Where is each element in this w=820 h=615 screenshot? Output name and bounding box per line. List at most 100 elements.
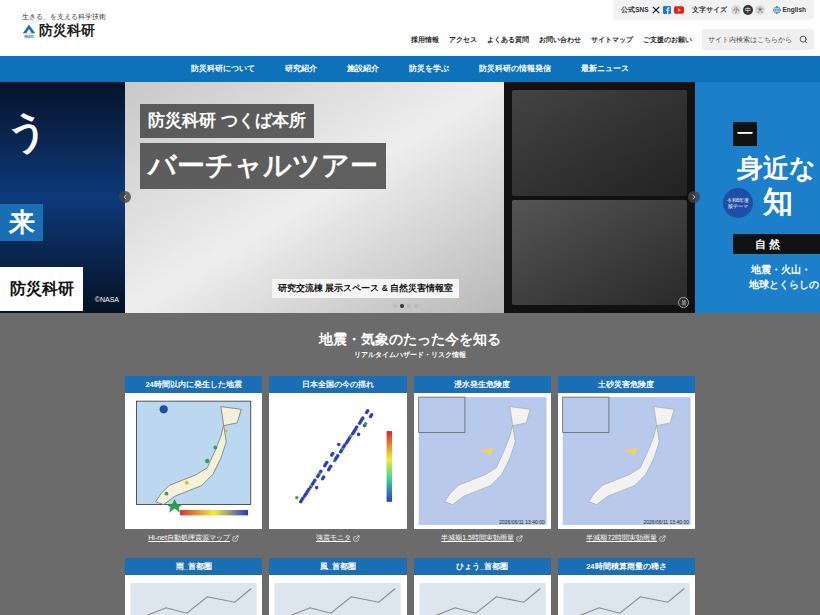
epicenter-map-icon — [125, 393, 262, 529]
carousel-pause[interactable] — [678, 297, 689, 308]
slide-photo: 防災科研 つくば本所バーチャルツアー研究交流棟 展示スペース & 自然災害情報室 — [125, 82, 504, 313]
nav-item[interactable]: 防災科研について — [191, 63, 255, 75]
realtime-grid: 24時間以内に発生した地震Hi-net自動処理震源マップ日本全国の今の揺れ強震モ… — [125, 376, 695, 615]
tagline: 生きる、を支える科学技術 — [22, 12, 106, 21]
card-title: 24時間積算雨量の稀さ — [558, 558, 695, 575]
map-timestamp: 2026/06/11 13:40:00 — [499, 520, 545, 525]
search-placeholder: サイト内検索はこちらから — [708, 35, 792, 45]
realtime-title: 地震・気象のたった今を知る — [125, 330, 695, 348]
nav-item[interactable]: 施設紹介 — [347, 63, 379, 75]
card-link[interactable]: Hi-net自動処理震源マップ — [125, 533, 262, 544]
card-title: 浸水発生危険度 — [414, 376, 551, 393]
slide-right[interactable]: 一身近な令和6年度版テーマ知自 然地震・火山・地球とくらしの — [695, 82, 820, 313]
realtime-card[interactable]: ひょう_首都圏 — [414, 558, 551, 615]
nav-item[interactable]: 研究紹介 — [285, 63, 317, 75]
header-link[interactable]: 採用情報 — [411, 35, 439, 45]
chevron-right-icon — [690, 193, 698, 201]
hero-carousel: う来防災科研©NASA防災科研 つくば本所バーチャルツアー研究交流棟 展示スペー… — [0, 82, 820, 313]
card-image — [125, 575, 262, 615]
kanto-map-icon — [269, 575, 406, 615]
external-link-icon — [353, 535, 360, 542]
header-link[interactable]: アクセス — [449, 35, 477, 45]
carousel-prev[interactable] — [119, 191, 131, 203]
nav-item[interactable]: 防災を学ぶ — [409, 63, 449, 75]
facebook-icon[interactable] — [663, 6, 671, 14]
globe-icon — [773, 6, 781, 14]
slide-right-line-1: 地震・火山・ — [751, 262, 811, 277]
realtime-section: 地震・気象のたった今を知るリアルタイムハザード・リスク情報 24時間以内に発生した… — [125, 313, 695, 615]
map-timestamp: 2026/06/11 13:40:00 — [643, 520, 689, 525]
card-title: 風_首都圏 — [269, 558, 406, 575]
slide-right-tag: 一 — [733, 122, 757, 146]
realtime-card[interactable]: 24時間以内に発生した地震 Hi-net自動処理震源マップ — [125, 376, 262, 544]
shaking-map-icon — [269, 393, 406, 529]
carousel-dot[interactable] — [393, 304, 397, 308]
header-link[interactable]: サイトマップ — [591, 35, 633, 45]
youtube-icon[interactable] — [674, 6, 684, 14]
font-size-button[interactable]: 中 — [743, 5, 753, 15]
realtime-card[interactable]: 雨_首都圏 — [125, 558, 262, 615]
logo-mark-icon — [22, 24, 36, 34]
carousel-dot[interactable] — [400, 304, 404, 308]
search-box[interactable]: サイト内検索はこちらから — [702, 29, 814, 50]
external-link-icon — [659, 535, 666, 542]
carousel-dots — [393, 304, 418, 308]
card-link[interactable]: 半減期72時間実効雨量 — [558, 533, 695, 544]
font-size-label: 文字サイズ — [692, 5, 727, 15]
card-image — [269, 393, 406, 529]
slide-right-big: 身近な — [737, 152, 816, 184]
card-image: 2026/06/11 13:40:00 — [558, 393, 695, 529]
card-title: 日本全国の今の揺れ — [269, 376, 406, 393]
logo-text: 防災科研 — [39, 22, 95, 39]
realtime-card[interactable]: 浸水発生危険度 2026/06/11 13:40:00 半減期1.5時間実効雨量 — [414, 376, 551, 544]
rain-map-icon — [558, 393, 695, 529]
slide-left[interactable]: う来防災科研©NASA — [0, 82, 125, 313]
card-image — [269, 575, 406, 615]
rain-map: 2026/06/11 13:40:00 — [558, 393, 695, 529]
header-link[interactable]: お問い合わせ — [539, 35, 581, 45]
card-link[interactable]: 半減期1.5時間実効雨量 — [414, 533, 551, 544]
slide-caption: 研究交流棟 展示スペース & 自然災害情報室 — [272, 279, 459, 298]
realtime-card[interactable]: 風_首都圏 — [269, 558, 406, 615]
carousel-dot[interactable] — [414, 304, 418, 308]
slide-left-boxed: 来 — [0, 204, 43, 241]
kanto-map-icon — [558, 575, 695, 615]
utility-bar: 公式SNS 文字サイズ小中大 English — [613, 0, 814, 20]
nav-item[interactable]: 防災科研の情報発信 — [479, 63, 551, 75]
realtime-card[interactable]: 土砂災害危険度2026/06/11 13:40:00半減期72時間実効雨量 — [558, 376, 695, 544]
header-link[interactable]: ご支援のお願い — [643, 35, 692, 45]
credit: ©NASA — [95, 295, 119, 306]
slide-center[interactable]: 防災科研 つくば本所バーチャルツアー研究交流棟 展示スペース & 自然災害情報室 — [125, 82, 695, 313]
slide-right-big-2: 知 — [763, 184, 793, 220]
sns-label: 公式SNS — [621, 5, 648, 15]
logo[interactable]: 生きる、を支える科学技術NIED防災科研 — [22, 0, 106, 56]
carousel-next[interactable] — [688, 191, 700, 203]
font-size-button[interactable]: 大 — [755, 5, 765, 15]
card-image — [125, 393, 262, 529]
realtime-card[interactable]: 日本全国の今の揺れ強震モニタ — [269, 376, 406, 544]
search-icon[interactable] — [799, 35, 808, 44]
slide-left-name: 防災科研 — [0, 267, 83, 311]
card-title: 雨_首都圏 — [125, 558, 262, 575]
header-link[interactable]: よくある質問 — [487, 35, 529, 45]
realtime-card[interactable]: 24時間積算雨量の稀さ — [558, 558, 695, 615]
font-size-button[interactable]: 小 — [731, 5, 741, 15]
carousel-dot[interactable] — [407, 304, 411, 308]
rain-map: 2026/06/11 13:40:00 — [414, 393, 551, 529]
card-title: 24時間以内に発生した地震 — [125, 376, 262, 393]
nav-item[interactable]: 最新ニュース — [581, 63, 629, 75]
x-icon[interactable] — [652, 6, 660, 14]
slide-renders — [504, 82, 695, 313]
slide-right-strip: 自 然 — [733, 234, 820, 254]
realtime-subtitle: リアルタイムハザード・リスク情報 — [125, 350, 695, 359]
card-image: 2026/06/11 13:40:00 — [414, 393, 551, 529]
header-links: 採用情報アクセスよくある質問お問い合わせサイトマップご支援のお願い — [411, 35, 692, 45]
language-link[interactable]: English — [773, 5, 806, 15]
main-nav: 防災科研について 研究紹介 施設紹介 防災を学ぶ 防災科研の情報発信 最新ニュース — [0, 56, 820, 82]
pause-icon — [681, 300, 687, 306]
page: 生きる、を支える科学技術NIED防災科研 公式SNS 文字サイズ小中大 English… — [0, 0, 820, 615]
site-header: 生きる、を支える科学技術NIED防災科研 公式SNS 文字サイズ小中大 English… — [0, 0, 820, 56]
card-link[interactable]: 強震モニタ — [269, 533, 406, 544]
chevron-left-icon — [121, 193, 129, 201]
slide-title-1: 防災科研 つくば本所 — [140, 104, 314, 138]
